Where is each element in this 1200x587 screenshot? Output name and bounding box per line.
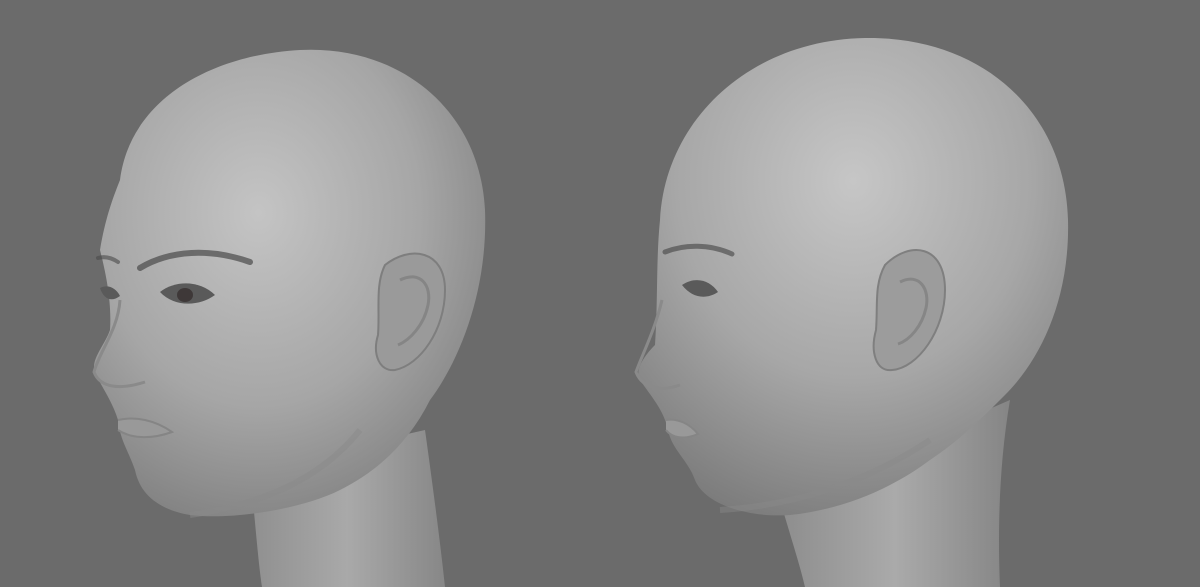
head-profile-illustration	[634, 37, 1069, 587]
sculpt-viewport	[0, 0, 1200, 587]
head-render-profile	[600, 0, 1200, 587]
head-render-three-quarter	[0, 0, 600, 587]
head-three-quarter-illustration	[92, 49, 486, 587]
